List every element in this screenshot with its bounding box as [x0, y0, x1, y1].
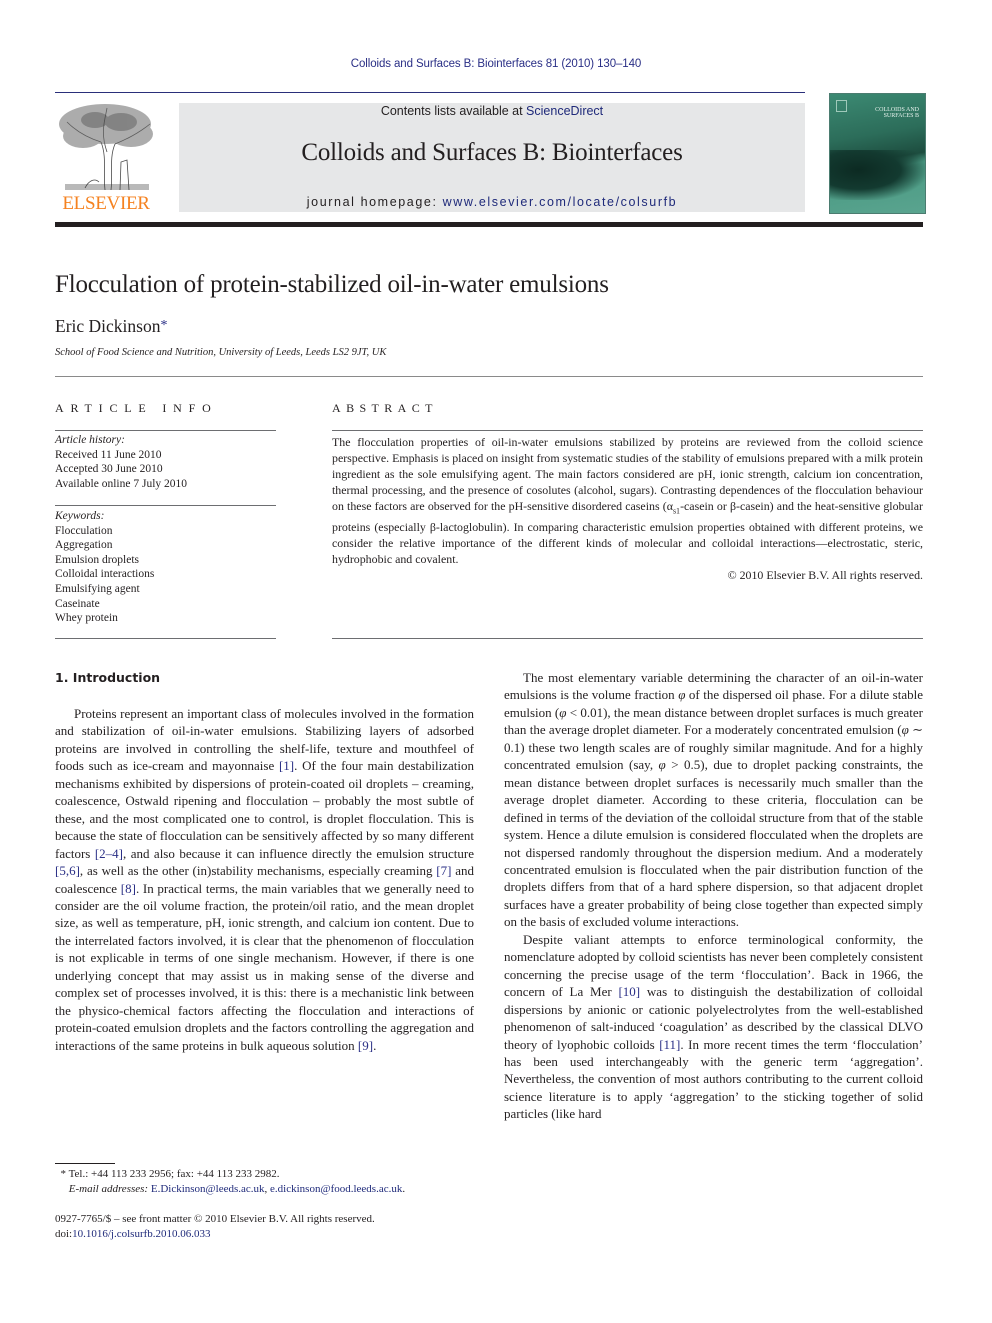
divider	[55, 376, 923, 377]
keyword-item: Whey protein	[55, 612, 118, 625]
affiliation: School of Food Science and Nutrition, Un…	[55, 347, 387, 358]
elsevier-wordmark: ELSEVIER	[62, 193, 150, 214]
journal-citation-link[interactable]: Colloids and Surfaces B: Biointerfaces 8…	[0, 58, 992, 70]
divider	[55, 638, 276, 639]
alpha-subscript: s1	[672, 506, 681, 516]
header-rule	[55, 92, 805, 93]
cover-logo-box	[836, 100, 847, 112]
elsevier-logo[interactable]: ELSEVIER	[55, 102, 157, 214]
article-history-label: Article history:	[55, 434, 125, 446]
reference-link[interactable]: [7]	[436, 863, 451, 878]
divider	[55, 430, 276, 431]
reference-link[interactable]: [8]	[121, 881, 136, 896]
text-run: .	[373, 1037, 377, 1053]
text-run: < 0.01), the mean distance between dropl…	[504, 704, 924, 738]
keyword-item: Emulsifying agent	[55, 582, 140, 595]
journal-name: Colloids and Surfaces B: Biointerfaces	[301, 139, 683, 166]
footnote-emails: E-mail addresses: E.Dickinson@leeds.ac.u…	[68, 1183, 406, 1195]
journal-cover-thumbnail[interactable]: COLLOIDS AND SURFACES B	[829, 93, 926, 214]
keywords-label: Keywords:	[55, 510, 105, 522]
paragraph: Proteins represent an important class of…	[55, 705, 474, 1054]
reference-link[interactable]: [11]	[659, 1037, 680, 1052]
email-link[interactable]: e.dickinson@food.leeds.ac.uk	[270, 1183, 402, 1195]
author-name: Eric Dickinson	[55, 316, 161, 336]
abstract-body: The flocculation properties of oil-in-wa…	[332, 434, 923, 583]
abstract-copyright: © 2010 Elsevier B.V. All rights reserved…	[727, 568, 923, 583]
history-item: Available online 7 July 2010	[55, 477, 188, 490]
text-run: , and also because it can influence dire…	[123, 845, 474, 861]
email-label: E-mail addresses:	[68, 1183, 149, 1195]
reference-link[interactable]: [10]	[618, 984, 640, 999]
text-run: > 0.5), due to droplet packing constrain…	[504, 757, 923, 930]
keyword-item: Colloidal interactions	[55, 568, 155, 581]
sciencedirect-link[interactable]: ScienceDirect	[526, 104, 603, 118]
journal-homepage-link[interactable]: www.elsevier.com/locate/colsurfb	[443, 195, 678, 209]
article-title: Flocculation of protein-stabilized oil-i…	[55, 271, 609, 298]
elsevier-tree-icon	[59, 104, 153, 191]
contents-prefix: Contents lists available at	[380, 104, 527, 118]
cover-title: COLLOIDS AND SURFACES B	[875, 107, 919, 119]
author: Eric Dickinson*	[55, 316, 167, 337]
history-item: Accepted 30 June 2010	[55, 463, 163, 476]
divider	[332, 638, 923, 639]
homepage-prefix: journal homepage:	[306, 195, 443, 209]
doi-link[interactable]: 10.1016/j.colsurfb.2010.06.033	[72, 1228, 210, 1240]
keyword-item: Caseinate	[55, 597, 100, 610]
reference-link[interactable]: [1]	[279, 758, 294, 773]
math-symbol: φ	[658, 757, 666, 773]
paragraph: The most elementary variable determining…	[504, 669, 923, 931]
reference-link[interactable]: [9]	[358, 1038, 373, 1053]
keyword-item: Emulsion droplets	[55, 553, 140, 566]
article-history: Article history: Received 11 June 2010 A…	[55, 433, 276, 491]
keyword-item: Flocculation	[55, 524, 113, 537]
article-info-heading: ARTICLE INFO	[55, 401, 218, 415]
reference-link[interactable]: [5,6]	[55, 863, 80, 878]
footnote: * Tel.: +44 113 233 2956; fax: +44 113 2…	[55, 1167, 406, 1197]
email-link[interactable]: E.Dickinson@leeds.ac.uk	[151, 1183, 265, 1195]
keywords: Keywords: Flocculation Aggregation Emuls…	[55, 509, 276, 626]
footnote-rule	[55, 1163, 115, 1164]
homepage-line: journal homepage: www.elsevier.com/locat…	[179, 195, 805, 209]
cover-artwork	[830, 150, 925, 200]
front-matter: 0927-7765/$ – see front matter © 2010 El…	[55, 1212, 375, 1242]
text-run: , as well as the other (in)stability mec…	[79, 863, 437, 879]
corresponding-author-link[interactable]: *	[160, 318, 167, 333]
contents-line: Contents lists available at ScienceDirec…	[179, 103, 805, 119]
body-column-right: The most elementary variable determining…	[504, 669, 923, 1123]
masthead-bottom-rule	[55, 222, 923, 227]
issn-line: 0927-7765/$ – see front matter © 2010 El…	[55, 1213, 375, 1225]
abstract-text: The flocculation properties of oil-in-wa…	[332, 434, 923, 567]
footnote-mark: *	[60, 1168, 67, 1180]
reference-link[interactable]: [2–4]	[95, 846, 123, 861]
divider	[332, 430, 923, 431]
doi-line: doi:10.1016/j.colsurfb.2010.06.033	[55, 1227, 375, 1242]
abstract-heading: ABSTRACT	[332, 401, 438, 415]
section-heading-introduction: 1. Introduction	[55, 670, 161, 685]
footnote-contact: * Tel.: +44 113 233 2956; fax: +44 113 2…	[55, 1167, 405, 1182]
doi-prefix: doi:	[55, 1228, 73, 1240]
divider	[55, 505, 276, 506]
history-item: Received 11 June 2010	[55, 448, 162, 461]
keyword-item: Aggregation	[55, 539, 113, 552]
paragraph: Despite valiant attempts to enforce term…	[504, 931, 923, 1123]
body-column-left: Proteins represent an important class of…	[55, 705, 474, 1054]
text-run: . In practical terms, the main variables…	[55, 880, 475, 1053]
math-symbol: φ	[901, 722, 909, 738]
footnote-contact-text: Tel.: +44 113 233 2956; fax: +44 113 233…	[68, 1168, 280, 1180]
journal-masthead: Contents lists available at ScienceDirec…	[179, 103, 805, 212]
